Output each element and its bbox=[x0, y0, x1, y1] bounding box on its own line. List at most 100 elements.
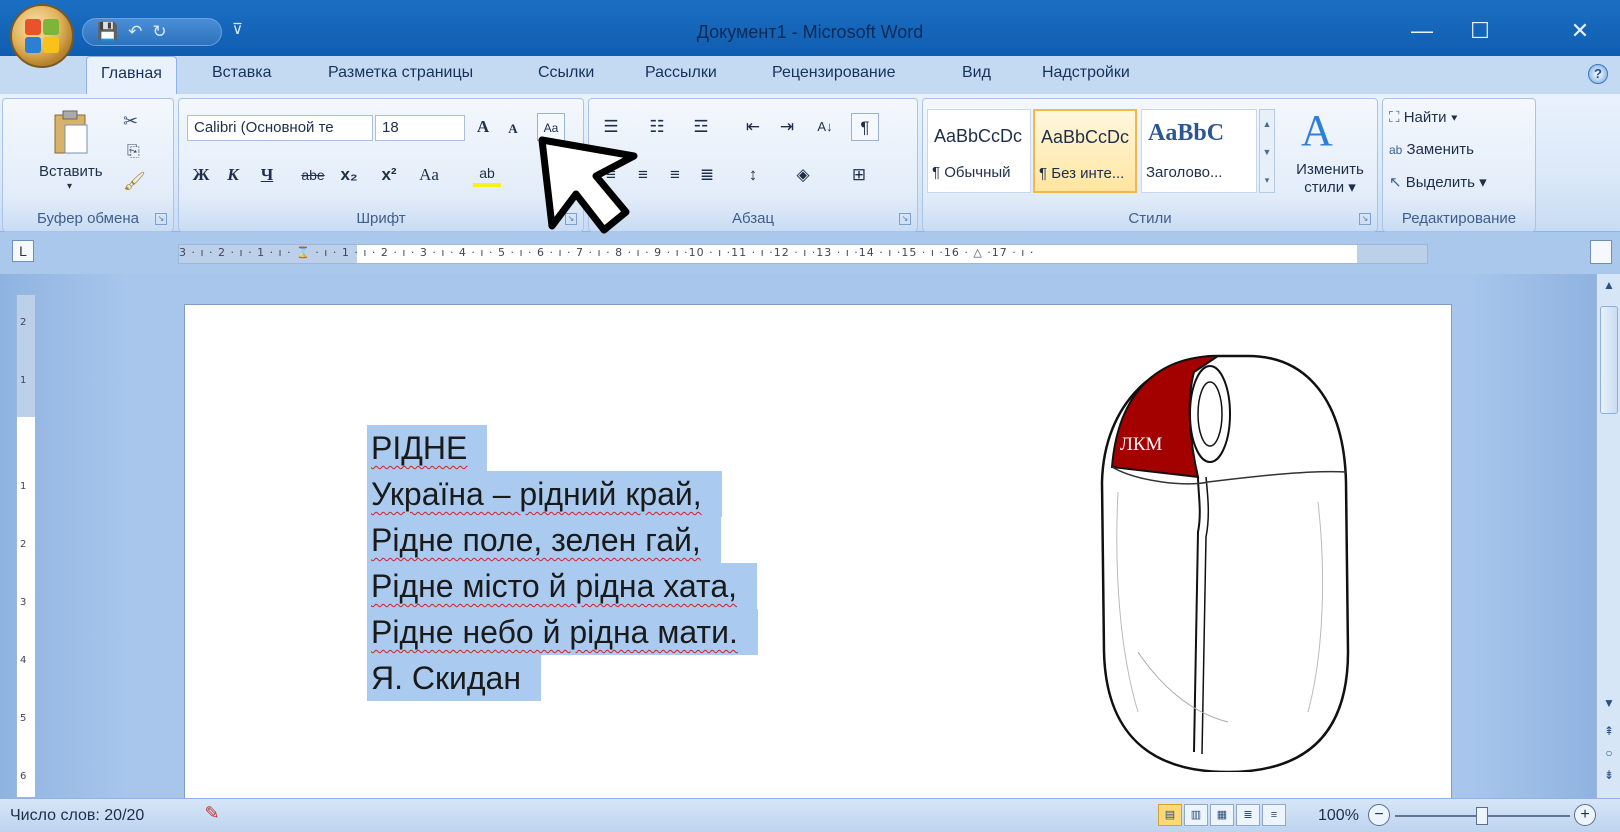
tab-page-layout[interactable]: Разметка страницы bbox=[328, 64, 473, 82]
scroll-down-icon[interactable]: ▼ bbox=[1597, 696, 1620, 710]
borders-icon[interactable]: ⊞ bbox=[845, 161, 873, 189]
browse-object-icon[interactable]: ○ bbox=[1597, 746, 1620, 760]
font-group-label: Шрифт bbox=[356, 210, 406, 227]
strikethrough-button[interactable]: abe bbox=[299, 161, 327, 189]
tab-view[interactable]: Вид bbox=[962, 64, 991, 82]
clipboard-dialog-launcher[interactable]: ↘ bbox=[155, 213, 167, 225]
select-button[interactable]: ↖ Выделить ▾ bbox=[1389, 173, 1487, 191]
prev-page-icon[interactable]: ⇞ bbox=[1597, 724, 1620, 738]
word-count[interactable]: Число слов: 20/20 bbox=[10, 807, 144, 825]
style-normal[interactable]: AaBbCcDc ¶ Обычный bbox=[927, 109, 1031, 193]
style-sample: AaBbC bbox=[1148, 120, 1225, 146]
print-layout-icon[interactable]: ▤ bbox=[1158, 804, 1182, 826]
vertical-ruler[interactable]: 2 1 1 2 3 4 5 6 bbox=[16, 294, 36, 798]
style-sample: AaBbCcDc bbox=[1041, 127, 1130, 147]
draft-icon[interactable]: ≡ bbox=[1262, 804, 1286, 826]
change-styles-button[interactable]: Изменить стили ▾ bbox=[1285, 161, 1375, 197]
style-heading[interactable]: AaBbC Заголово... bbox=[1141, 109, 1257, 193]
outline-icon[interactable]: ≣ bbox=[1236, 804, 1260, 826]
minimize-button[interactable]: — bbox=[1402, 18, 1442, 44]
clipboard-group-label: Буфер обмена bbox=[37, 210, 139, 227]
tab-selector[interactable]: L bbox=[12, 240, 34, 262]
doc-line-author[interactable]: Я. Скидан bbox=[367, 655, 542, 701]
align-right-icon[interactable]: ≡ bbox=[661, 161, 689, 189]
line-spacing-icon[interactable]: ↕ bbox=[739, 161, 767, 189]
change-styles-icon[interactable]: A bbox=[1301, 105, 1333, 156]
view-ruler-icon[interactable] bbox=[1590, 240, 1612, 264]
full-screen-reading-icon[interactable]: ▥ bbox=[1184, 804, 1208, 826]
increase-indent-icon[interactable]: ⇥ bbox=[773, 113, 801, 141]
paste-button[interactable]: Вставить bbox=[39, 163, 103, 180]
superscript-button[interactable]: x² bbox=[375, 161, 403, 189]
copy-icon[interactable]: ⎘ bbox=[127, 143, 140, 161]
doc-line[interactable]: Україна – рідний край, bbox=[367, 471, 722, 517]
horizontal-ruler[interactable]: 3 · ı · 2 · ı · 1 · ı · ⌛ · ı · 1 · ı · … bbox=[178, 244, 1428, 264]
close-button[interactable]: ✕ bbox=[1560, 18, 1600, 44]
clipboard-group: Вставить ▾ ✂ ⎘ 🖌 Буфер обмена ↘ bbox=[2, 98, 174, 232]
pointer-arrow-icon bbox=[538, 136, 638, 234]
doc-line-title[interactable]: РІДНЕ bbox=[367, 425, 488, 471]
replace-button[interactable]: ab Заменить bbox=[1389, 141, 1474, 158]
vertical-scrollbar[interactable]: ▲ ▼ ⇞ ○ ⇟ bbox=[1596, 274, 1620, 798]
paste-dropdown-icon[interactable]: ▾ bbox=[67, 181, 72, 192]
style-name: Заголово... bbox=[1146, 164, 1223, 181]
mouse-button-label: ЛКМ bbox=[1120, 434, 1163, 455]
find-button[interactable]: ⛶ Найти ▾ bbox=[1389, 109, 1458, 126]
web-layout-icon[interactable]: ▦ bbox=[1210, 804, 1234, 826]
ruler-row: L 3 · ı · 2 · ı · 1 · ı · ⌛ · ı · 1 · ı … bbox=[0, 232, 1620, 274]
change-case-button[interactable]: Aa bbox=[415, 161, 443, 189]
office-button[interactable] bbox=[10, 4, 74, 68]
change-styles-label-1: Изменить bbox=[1296, 161, 1364, 178]
styles-dialog-launcher[interactable]: ↘ bbox=[1359, 213, 1371, 225]
tab-insert[interactable]: Вставка bbox=[212, 64, 271, 82]
tab-home[interactable]: Главная bbox=[86, 56, 177, 96]
maximize-button[interactable]: ☐ bbox=[1460, 18, 1500, 44]
font-size-combo[interactable]: 18 bbox=[375, 115, 465, 141]
scroll-wheel bbox=[1189, 365, 1231, 463]
view-buttons: ▤ ▥ ▦ ≣ ≡ bbox=[1158, 804, 1286, 826]
style-name: ¶ Без инте... bbox=[1039, 165, 1125, 182]
zoom-level[interactable]: 100% bbox=[1318, 807, 1359, 825]
binoculars-icon: ⛶ bbox=[1389, 109, 1400, 126]
multilevel-list-icon[interactable]: ☲ bbox=[687, 113, 715, 141]
tab-review[interactable]: Рецензирование bbox=[772, 64, 896, 82]
zoom-in-button[interactable]: + bbox=[1574, 804, 1596, 826]
cut-icon[interactable]: ✂ bbox=[123, 111, 138, 132]
show-marks-button[interactable]: ¶ bbox=[851, 113, 879, 141]
zoom-out-button[interactable]: − bbox=[1368, 804, 1390, 826]
tab-mailings[interactable]: Рассылки bbox=[645, 64, 717, 82]
shrink-font-button[interactable]: A bbox=[499, 115, 527, 143]
help-icon[interactable]: ? bbox=[1588, 64, 1608, 84]
scroll-up-icon[interactable]: ▲ bbox=[1597, 278, 1620, 292]
grow-font-button[interactable]: A bbox=[469, 113, 497, 141]
paste-icon[interactable] bbox=[51, 109, 91, 157]
doc-line[interactable]: Рідне місто й рідна хата, bbox=[367, 563, 757, 609]
zoom-slider-thumb[interactable] bbox=[1476, 807, 1488, 825]
shading-icon[interactable]: ◈ bbox=[789, 161, 817, 189]
office-logo-icon bbox=[25, 19, 59, 53]
select-label: Выделить ▾ bbox=[1405, 174, 1487, 191]
doc-line[interactable]: Рідне небо й рідна мати. bbox=[367, 609, 758, 655]
mouse-illustration bbox=[1100, 354, 1350, 772]
tab-addins[interactable]: Надстройки bbox=[1042, 64, 1130, 82]
italic-button[interactable]: К bbox=[219, 161, 247, 189]
styles-scroll[interactable]: ▲ ▼ ▾ bbox=[1259, 109, 1275, 193]
select-icon: ↖ bbox=[1389, 174, 1402, 191]
justify-icon[interactable]: ≣ bbox=[693, 161, 721, 189]
highlight-icon[interactable]: ab bbox=[473, 159, 501, 187]
styles-group-label: Стили bbox=[1128, 210, 1172, 227]
sort-icon[interactable]: A↓ bbox=[811, 113, 839, 141]
doc-line[interactable]: Рідне поле, зелен гай, bbox=[367, 517, 721, 563]
format-painter-icon[interactable]: 🖌 bbox=[123, 171, 146, 192]
underline-button[interactable]: Ч bbox=[253, 161, 281, 189]
next-page-icon[interactable]: ⇟ bbox=[1597, 768, 1620, 782]
paragraph-dialog-launcher[interactable]: ↘ bbox=[899, 213, 911, 225]
proofing-icon[interactable]: ✎ bbox=[196, 803, 228, 829]
bold-button[interactable]: Ж bbox=[187, 161, 215, 189]
scroll-thumb[interactable] bbox=[1600, 306, 1618, 414]
subscript-button[interactable]: x₂ bbox=[335, 161, 363, 189]
decrease-indent-icon[interactable]: ⇤ bbox=[739, 113, 767, 141]
tab-references[interactable]: Ссылки bbox=[538, 64, 594, 82]
font-name-combo[interactable]: Calibri (Основной те bbox=[187, 115, 373, 141]
style-no-spacing[interactable]: AaBbCcDc ¶ Без инте... bbox=[1033, 109, 1137, 193]
